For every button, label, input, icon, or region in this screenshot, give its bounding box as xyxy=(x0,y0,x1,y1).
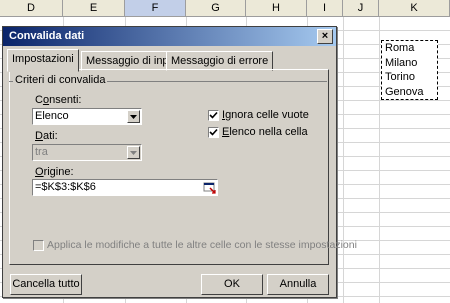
dialog-title: Convalida dati xyxy=(9,30,85,42)
in-cell-dropdown-checkbox[interactable] xyxy=(208,127,219,138)
cell-value[interactable]: Milano xyxy=(382,56,437,71)
data-validation-dialog: Convalida dati × Impostazioni Messaggio … xyxy=(2,26,357,298)
in-cell-dropdown-label[interactable]: Elenco nella cella xyxy=(222,126,308,138)
tab-settings[interactable]: Impostazioni xyxy=(7,49,79,72)
source-range[interactable]: Roma Milano Torino Genova xyxy=(381,40,438,100)
button-label: OK xyxy=(224,278,240,290)
apply-all-label[interactable]: Applica le modifiche a tutte le altre ce… xyxy=(47,239,357,251)
source-label: Origine: xyxy=(35,166,74,178)
tab-error-alert[interactable]: Messaggio di errore xyxy=(166,51,274,71)
button-label: Cancella tutto xyxy=(12,278,80,290)
checkmark-icon xyxy=(209,111,218,119)
column-headers: D E F G H I J K xyxy=(0,0,450,17)
ignore-blank-label[interactable]: Ignora celle vuote xyxy=(222,109,309,121)
ok-button[interactable]: OK xyxy=(201,274,263,295)
checkmark-icon xyxy=(209,128,218,136)
column-header-e[interactable]: E xyxy=(63,0,125,16)
button-label: Annulla xyxy=(279,278,317,290)
allow-select[interactable]: Elenco xyxy=(32,108,142,125)
source-input[interactable]: =$K$3:$K$6 xyxy=(32,179,218,196)
allow-value: Elenco xyxy=(35,110,69,122)
chevron-down-icon xyxy=(127,146,140,159)
allow-label: Consenti: xyxy=(35,94,82,106)
data-value: tra xyxy=(35,146,48,158)
group-label: Criteri di convalida xyxy=(13,74,108,86)
column-header-i[interactable]: I xyxy=(307,0,343,16)
cell-value[interactable]: Torino xyxy=(382,70,437,85)
ignore-blank-checkbox[interactable] xyxy=(208,110,219,121)
cell-value[interactable]: Genova xyxy=(382,85,437,100)
data-label: Dati: xyxy=(35,130,58,142)
close-button[interactable]: × xyxy=(317,29,333,44)
clear-all-button[interactable]: Cancella tutto xyxy=(10,274,82,295)
dialog-titlebar[interactable]: Convalida dati × xyxy=(3,27,336,46)
data-select[interactable]: tra xyxy=(32,144,142,161)
cell-value[interactable]: Roma xyxy=(382,41,437,56)
column-header-g[interactable]: G xyxy=(186,0,246,16)
range-select-icon[interactable] xyxy=(203,181,216,194)
column-header-j[interactable]: J xyxy=(343,0,379,16)
close-icon: × xyxy=(321,30,329,42)
source-value: =$K$3:$K$6 xyxy=(35,181,96,193)
column-header-d[interactable]: D xyxy=(0,0,63,16)
apply-all-checkbox[interactable] xyxy=(33,240,44,251)
tab-label: Messaggio di input xyxy=(86,55,178,67)
tab-label: Messaggio di errore xyxy=(171,55,269,67)
column-header-f[interactable]: F xyxy=(125,0,186,16)
chevron-down-icon[interactable] xyxy=(127,110,140,123)
tab-label: Impostazioni xyxy=(12,53,74,65)
column-header-k[interactable]: K xyxy=(379,0,450,16)
column-header-h[interactable]: H xyxy=(246,0,307,16)
cancel-button[interactable]: Annulla xyxy=(267,274,329,295)
